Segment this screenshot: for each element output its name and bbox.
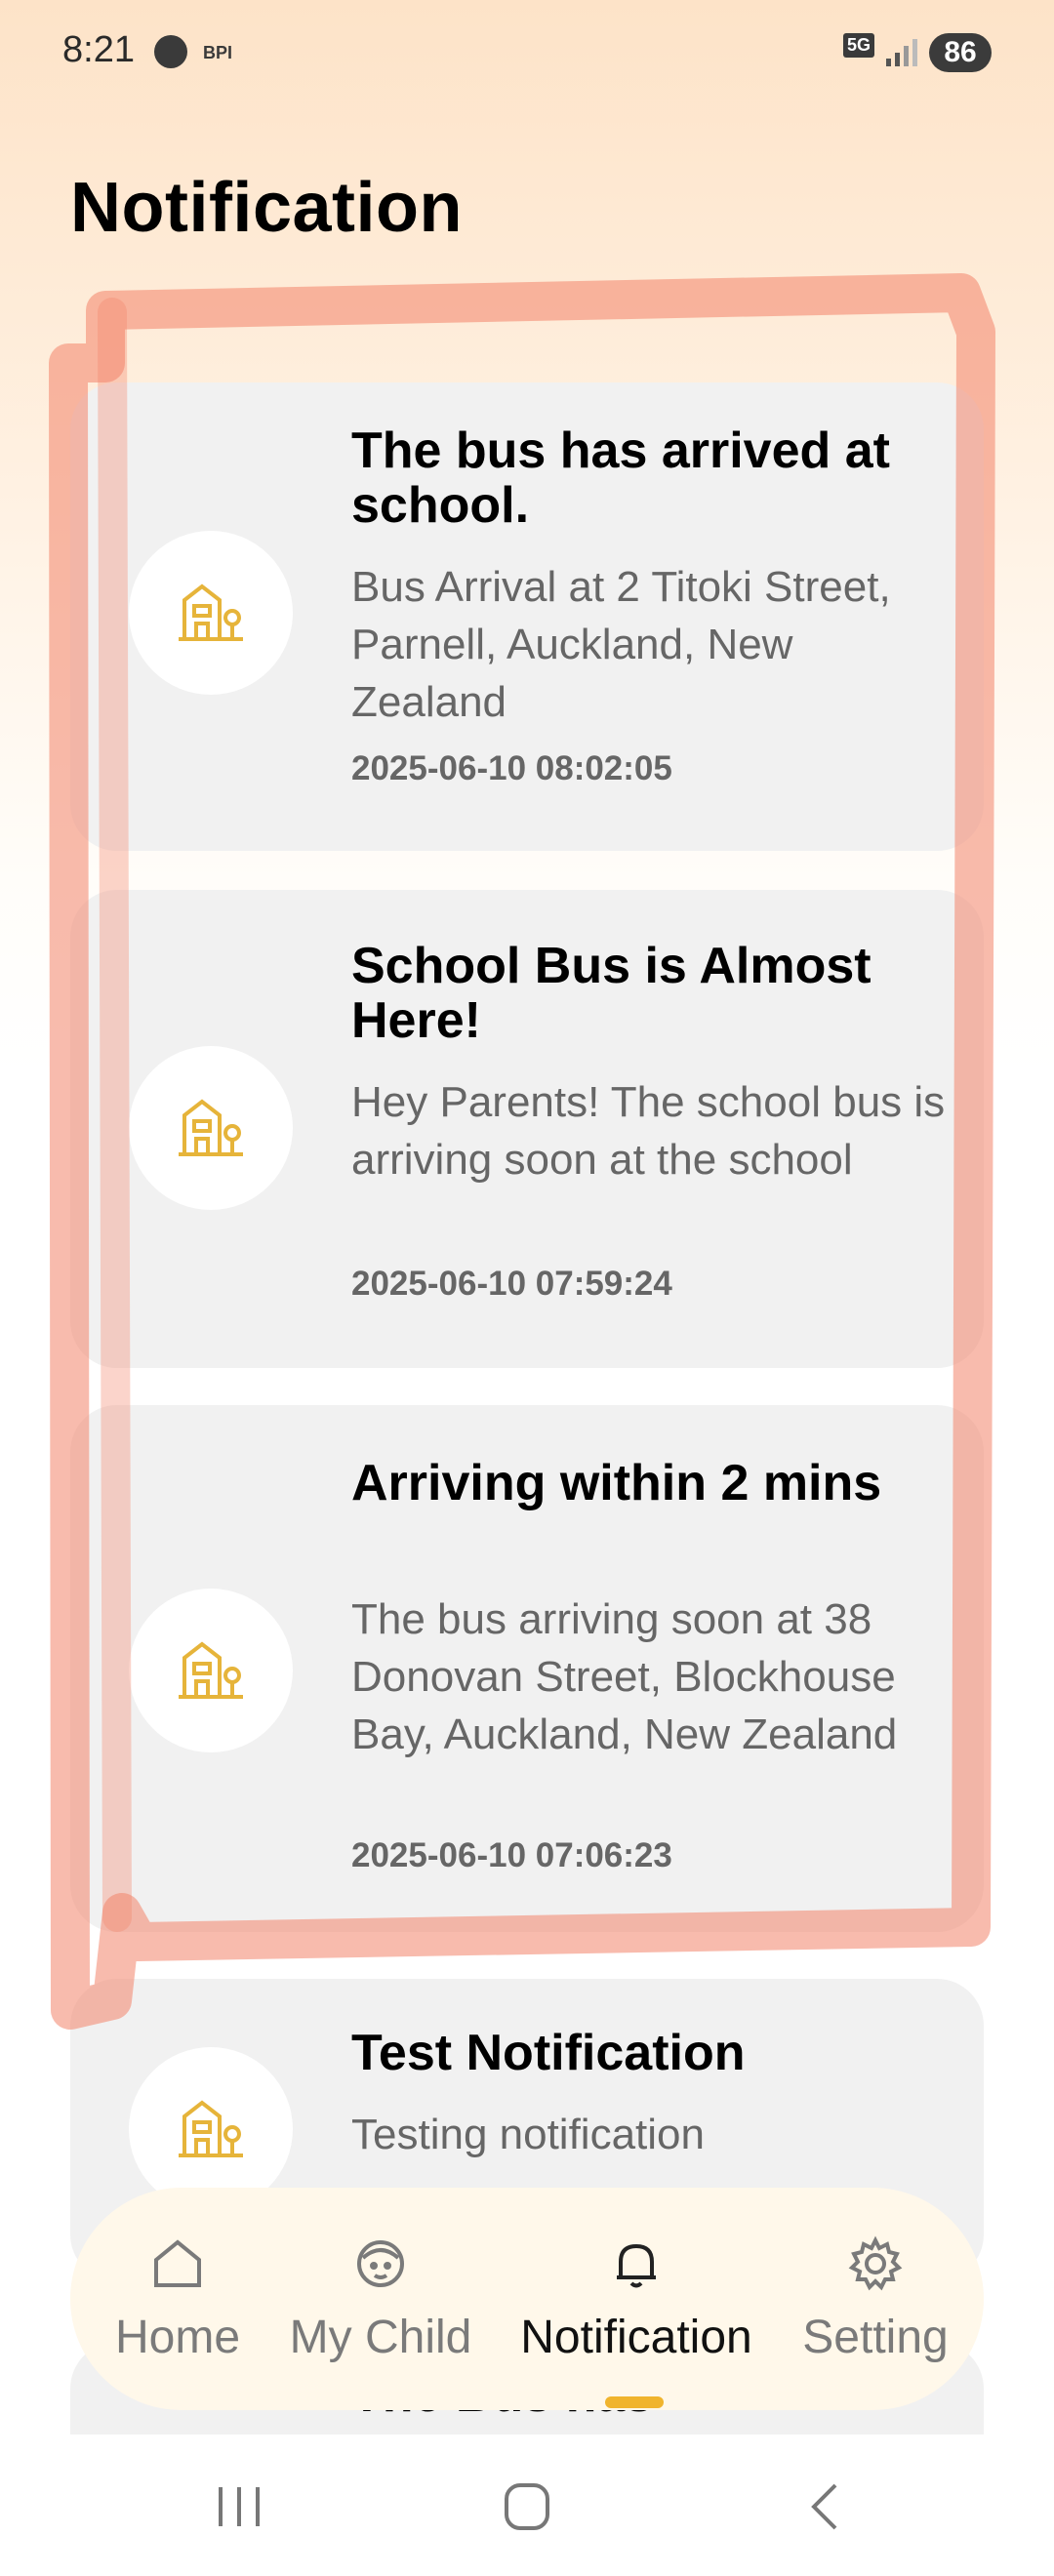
notification-timestamp: 2025-06-10 07:59:24 xyxy=(351,1265,672,1303)
notification-avatar xyxy=(129,531,293,695)
nav-home-label: Home xyxy=(114,2312,241,2363)
notification-title: The bus has arrived at school. xyxy=(351,423,890,534)
notification-body: Testing notification xyxy=(351,2111,705,2158)
notification-card[interactable]: The bus has arrived at school. Bus Arriv… xyxy=(70,382,984,851)
school-icon xyxy=(179,2100,243,2157)
notification-card[interactable]: Arriving within 2 mins The bus arriving … xyxy=(70,1405,984,1932)
nav-notification[interactable]: Notification xyxy=(500,2188,773,2410)
notification-title: School Bus is Almost Here! xyxy=(351,938,872,1049)
notification-card[interactable]: School Bus is Almost Here! Hey Parents! … xyxy=(70,890,984,1368)
battery-indicator: 86 xyxy=(929,33,992,72)
notification-body: Hey Parents! The school bus is arriving … xyxy=(351,1078,946,1184)
status-bar: 8:21 BPI 5G 86 xyxy=(0,0,1054,107)
home-button-icon[interactable] xyxy=(493,2477,561,2536)
notification-avatar xyxy=(129,1589,293,1752)
school-icon xyxy=(179,1641,243,1699)
network-type: 5G xyxy=(843,33,875,58)
nav-setting[interactable]: Setting xyxy=(783,2188,968,2410)
notification-avatar xyxy=(129,2047,293,2211)
notification-title: Test Notification xyxy=(351,2025,746,2081)
notification-timestamp: 2025-06-10 07:06:23 xyxy=(351,1836,672,1874)
nav-home[interactable]: Home xyxy=(90,2188,265,2410)
carrier-label: BPI xyxy=(203,43,233,62)
school-icon xyxy=(179,1099,243,1156)
notification-timestamp: 2025-06-10 08:02:05 xyxy=(351,749,672,787)
location-icon xyxy=(154,35,187,68)
child-face-icon xyxy=(357,2240,404,2287)
system-navigation-bar xyxy=(0,2435,1054,2576)
gear-icon xyxy=(848,2235,903,2291)
notification-title: Arriving within 2 mins xyxy=(351,1455,882,1511)
bell-icon xyxy=(617,2243,656,2288)
page-title: Notification xyxy=(70,169,463,247)
signal-icon xyxy=(886,39,917,66)
bottom-navigation: Home My Child Notification Setting xyxy=(70,2188,984,2410)
notification-body: Bus Arrival at 2 Titoki Street, Parnell,… xyxy=(351,563,891,726)
home-icon xyxy=(154,2239,201,2287)
nav-setting-label: Setting xyxy=(802,2312,949,2363)
nav-my-child-label: My Child xyxy=(289,2312,472,2363)
notification-body: The bus arriving soon at 38 Donovan Stre… xyxy=(351,1595,898,1758)
school-icon xyxy=(179,584,243,641)
recent-apps-icon[interactable] xyxy=(205,2477,273,2536)
back-icon[interactable] xyxy=(790,2477,859,2536)
nav-my-child[interactable]: My Child xyxy=(273,2188,488,2410)
active-tab-indicator xyxy=(605,2396,664,2408)
notification-avatar xyxy=(129,1046,293,1210)
nav-notification-label: Notification xyxy=(520,2312,752,2363)
status-time: 8:21 xyxy=(62,29,135,70)
